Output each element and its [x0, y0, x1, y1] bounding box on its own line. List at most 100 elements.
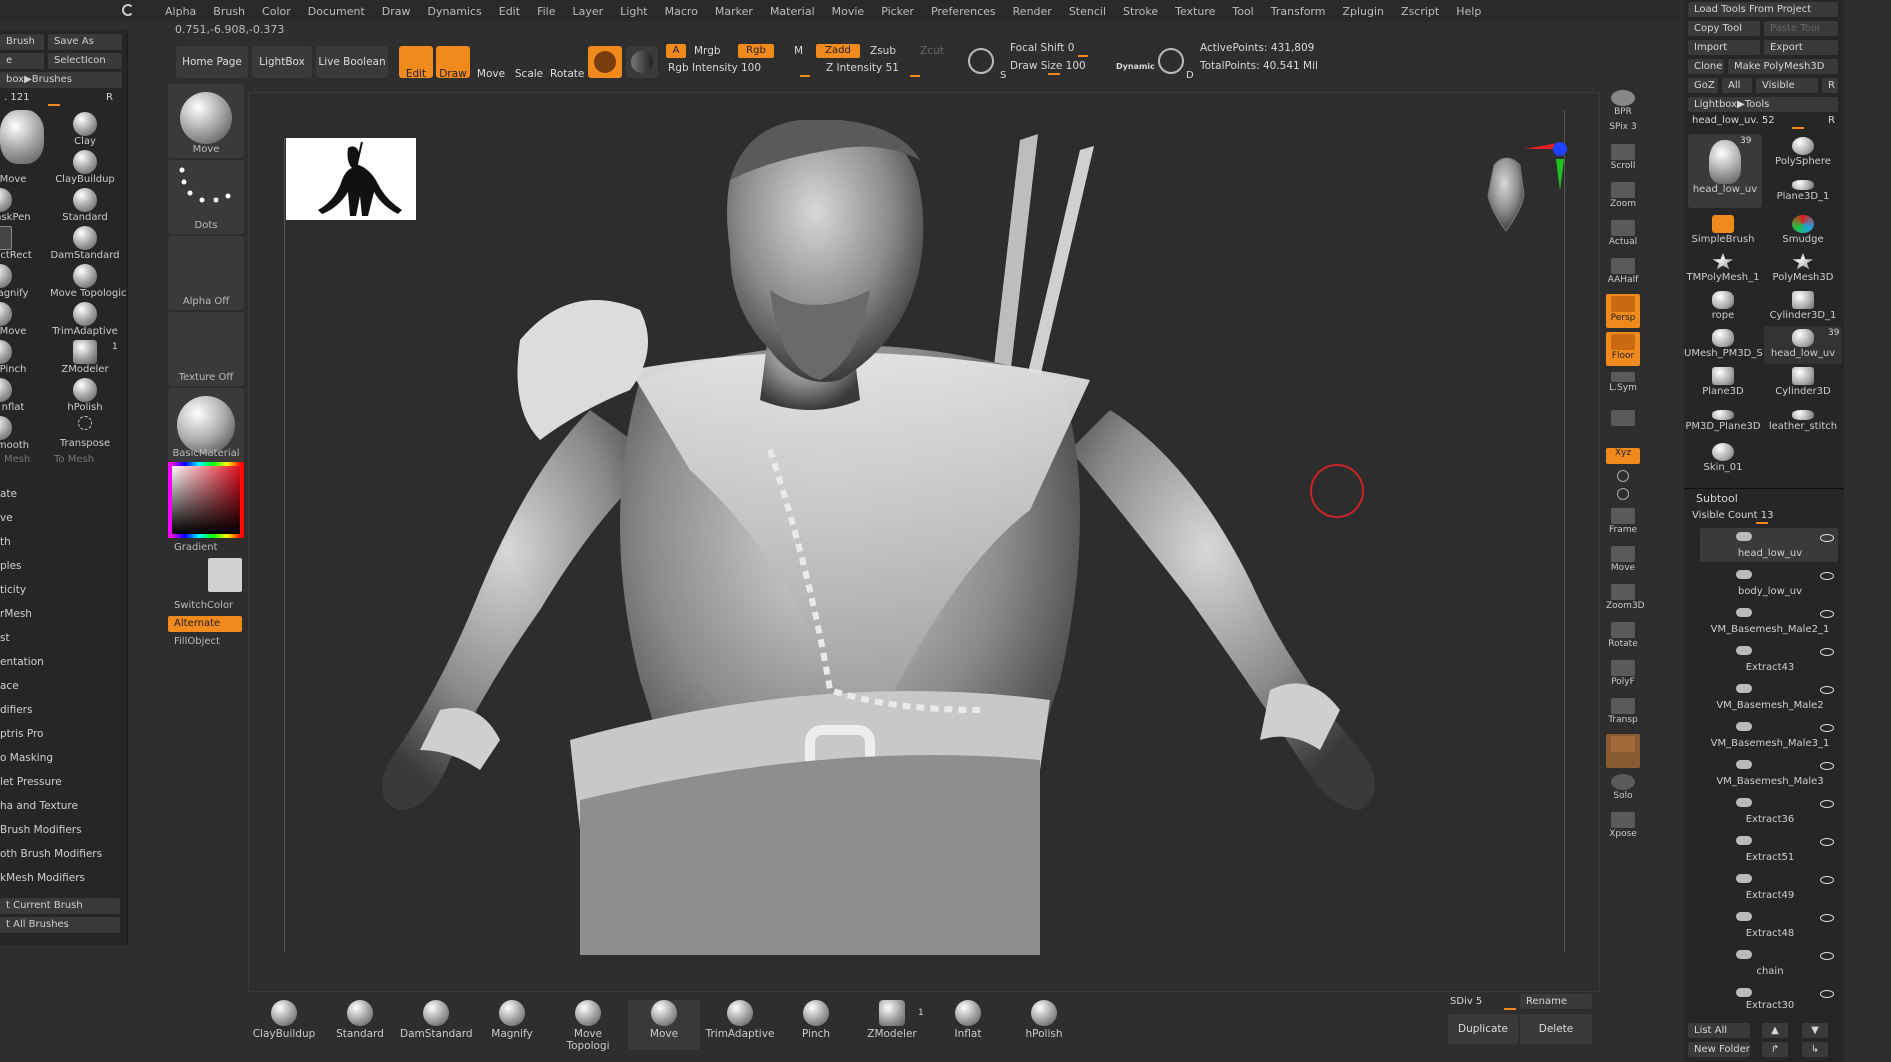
home-page-button[interactable]: Home Page	[176, 46, 248, 78]
goz-all-button[interactable]: All	[1722, 78, 1752, 93]
duplicate-button[interactable]: Duplicate	[1448, 1014, 1518, 1044]
secondary-color-swatch[interactable]	[208, 558, 242, 592]
menu-texture[interactable]: Texture	[1175, 5, 1215, 18]
subtool-toggle[interactable]	[1736, 988, 1752, 997]
menu-help[interactable]: Help	[1456, 5, 1481, 18]
goz-r-button[interactable]: R	[1822, 78, 1838, 93]
brush-menu-item[interactable]: ptris Pro	[0, 728, 43, 740]
rgb-intensity-slider[interactable]	[800, 75, 810, 77]
brush-menu-item[interactable]: kMesh Modifiers	[0, 872, 85, 884]
dynamic-toggle[interactable]: Dynamic	[1116, 62, 1155, 71]
subtool-toggle[interactable]	[1736, 912, 1752, 921]
live-boolean-button[interactable]: Live Boolean	[316, 46, 388, 78]
goz-visible-button[interactable]: Visible	[1756, 78, 1818, 93]
bottom-brush-damstandard[interactable]: DamStandard	[400, 1000, 473, 1050]
z-intensity-slider[interactable]	[910, 75, 920, 77]
move-down-button[interactable]: ▼	[1802, 1023, 1828, 1038]
subtool-row[interactable]: Extract49	[1700, 870, 1840, 908]
draw-size-slider[interactable]	[1048, 73, 1060, 75]
menu-zscript[interactable]: Zscript	[1401, 5, 1439, 18]
subtool-toggle[interactable]	[1736, 608, 1752, 617]
menu-file[interactable]: File	[537, 5, 555, 18]
subtool-row[interactable]: Extract51	[1700, 832, 1840, 870]
subtool-toggle[interactable]	[1736, 532, 1752, 541]
goz-button[interactable]: GoZ	[1688, 78, 1718, 93]
brush-clay[interactable]: Clay	[50, 112, 120, 150]
menu-tool[interactable]: Tool	[1232, 5, 1253, 18]
xyz-button[interactable]: Xyz	[1606, 448, 1640, 464]
tool-skin-01[interactable]: Skin_01	[1684, 440, 1762, 478]
eye-icon[interactable]	[1820, 572, 1834, 580]
gradient-mode-button[interactable]	[626, 46, 658, 78]
refresh-icon[interactable]	[122, 4, 134, 16]
visible-count-label[interactable]: Visible Count 13	[1692, 510, 1773, 521]
lock-button[interactable]	[1606, 408, 1640, 442]
brush-transpose[interactable]: Transpose	[50, 416, 120, 454]
subtool-row[interactable]: chain	[1700, 946, 1840, 984]
paste-tool-button[interactable]: Paste Tool	[1764, 21, 1838, 36]
tool-cylinder3d-1[interactable]: Cylinder3D_1	[1764, 288, 1842, 326]
ghost-button[interactable]	[1606, 734, 1640, 768]
brush-load-button[interactable]: e	[0, 53, 44, 69]
rotate-z-button[interactable]	[1606, 486, 1640, 504]
focal-shift-label[interactable]: Focal Shift 0	[1010, 42, 1074, 54]
brush-trimadaptive[interactable]: TrimAdaptive	[50, 302, 120, 340]
bottom-brush-hpolish[interactable]: hPolish	[1008, 1000, 1080, 1050]
menu-movie[interactable]: Movie	[832, 5, 865, 18]
brush-pinch[interactable]: Pinch	[0, 340, 48, 378]
subtool-row[interactable]: Extract36	[1700, 794, 1840, 832]
brush-menu-item[interactable]: oth Brush Modifiers	[0, 848, 102, 860]
subtool-row[interactable]: Extract43	[1700, 642, 1840, 680]
import-button[interactable]: Import	[1688, 40, 1760, 55]
m-toggle[interactable]: M	[794, 45, 803, 57]
draw-button[interactable]: Draw	[436, 46, 470, 80]
tool-simplebrush[interactable]: SimpleBrush	[1684, 212, 1762, 250]
persp-button[interactable]: Persp	[1606, 294, 1640, 328]
load-tools-from-project-button[interactable]: Load Tools From Project	[1688, 2, 1838, 17]
move-button[interactable]: Move	[474, 46, 508, 80]
eye-icon[interactable]	[1820, 648, 1834, 656]
delete-button[interactable]: Delete	[1520, 1014, 1592, 1044]
scale-button[interactable]: Scale	[512, 46, 546, 80]
tool-polysphere[interactable]: PolySphere	[1764, 134, 1842, 172]
subtool-toggle[interactable]	[1736, 874, 1752, 883]
fill-object-button[interactable]: FillObject	[168, 636, 244, 647]
subtool-row[interactable]: VM_Basemesh_Male2	[1700, 680, 1840, 718]
subtool-toggle[interactable]	[1736, 760, 1752, 769]
rotate-y-button[interactable]	[1606, 468, 1640, 486]
eye-icon[interactable]	[1820, 800, 1834, 808]
rotate-view-button[interactable]: Rotate	[1606, 620, 1640, 654]
actual-button[interactable]: Actual	[1606, 218, 1640, 252]
bottom-brush-standard[interactable]: Standard	[324, 1000, 396, 1050]
tool-cylinder3d[interactable]: Cylinder3D	[1764, 364, 1842, 402]
subtool-row[interactable]: VM_Basemesh_Male2_1	[1700, 604, 1840, 642]
select-icon-button[interactable]: SelectIcon	[48, 53, 122, 69]
visible-count-slider[interactable]	[1756, 522, 1768, 524]
brush-menu-item[interactable]: st	[0, 632, 10, 644]
switch-color-button[interactable]: SwitchColor	[168, 600, 244, 611]
subtool-row[interactable]: Extract48	[1700, 908, 1840, 946]
brush-claybuildup[interactable]: ClayBuildup	[50, 150, 120, 188]
menu-draw[interactable]: Draw	[382, 5, 411, 18]
rgb-toggle[interactable]: Rgb	[738, 44, 774, 58]
transp-button[interactable]: Transp	[1606, 696, 1640, 730]
eye-icon[interactable]	[1820, 534, 1834, 542]
lsym-button[interactable]: L.Sym	[1606, 370, 1640, 404]
brush-button[interactable]: Brush	[0, 34, 44, 50]
eye-icon[interactable]	[1820, 990, 1834, 998]
dynamic-size-icon[interactable]	[1158, 48, 1184, 74]
eye-icon[interactable]	[1820, 952, 1834, 960]
menu-marker[interactable]: Marker	[715, 5, 753, 18]
tool-polymesh3d[interactable]: PolyMesh3D	[1764, 250, 1842, 288]
brush-menu-item[interactable]: difiers	[0, 704, 32, 716]
zsub-toggle[interactable]: Zsub	[870, 45, 896, 57]
focal-shift-slider[interactable]	[1078, 55, 1088, 57]
rotate-button[interactable]: Rotate	[550, 46, 584, 80]
tool-plane3d[interactable]: Plane3D	[1684, 364, 1762, 402]
subtool-row[interactable]: head_low_uv	[1700, 528, 1840, 566]
zoom3d-button[interactable]: Zoom3D	[1606, 582, 1645, 616]
tool-pm3d-plane3d[interactable]: PM3D_Plane3D	[1684, 402, 1762, 440]
focal-icon[interactable]	[968, 48, 994, 74]
subtool-row[interactable]: VM_Basemesh_Male3	[1700, 756, 1840, 794]
menu-stencil[interactable]: Stencil	[1069, 5, 1106, 18]
